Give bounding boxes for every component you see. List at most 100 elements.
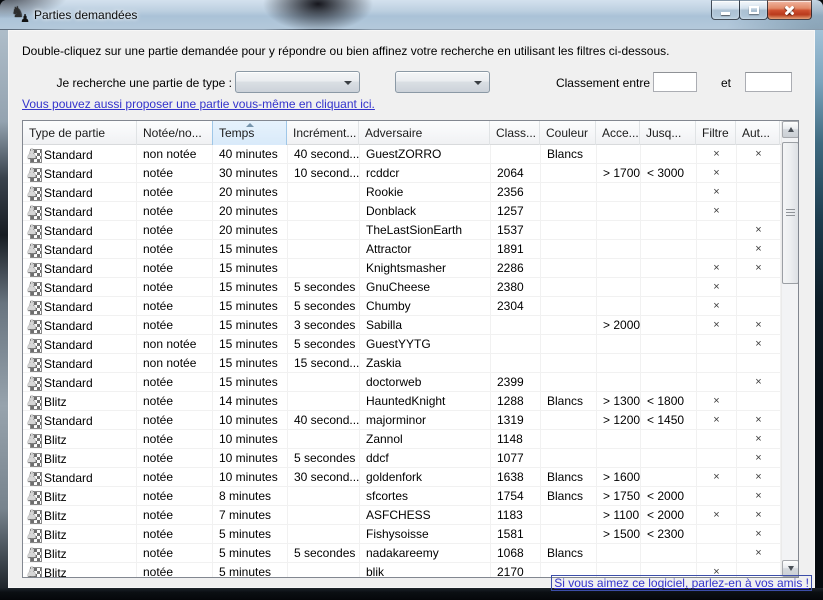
cell-filter [697,373,737,392]
cell-increment [288,259,360,278]
cell-above [597,221,641,240]
window-frame-left [0,30,8,600]
column-header-increment[interactable]: Incrément... [287,121,359,145]
game-type-value: Blitz [42,488,67,506]
cell-rated: notée [137,468,213,487]
game-type-value: Standard [42,241,93,259]
game-type-select[interactable] [235,71,360,93]
cell-color [541,278,597,297]
game-type-value: Blitz [42,450,67,468]
cell-rating: 1319 [491,411,541,430]
arrow-up-icon [788,127,794,132]
table-row[interactable]: Blitznotée5 minutesFishysoisse1581> 1500… [23,525,781,544]
column-header-type[interactable]: Type de partie [23,121,137,145]
close-button[interactable] [767,0,812,20]
cell-increment [288,373,360,392]
cell-color [541,525,597,544]
table-row[interactable]: Blitznotée10 minutesZannol1148× [23,430,781,449]
table-row[interactable]: Standardnotée15 minutesdoctorweb2399× [23,373,781,392]
cell-time: 30 minutes [213,164,288,183]
tell-your-friends-link[interactable]: Si vous aimez ce logiciel, parlez-en à v… [551,575,812,591]
game-type-value: Standard [42,279,93,297]
cell-rating [491,145,541,164]
cell-increment: 5 secondes [288,297,360,316]
table-row[interactable]: Blitznotée14 minutesHauntedKnight1288Bla… [23,392,781,411]
cell-color [541,506,597,525]
table-row[interactable]: Standardnotée15 minutes3 secondesSabilla… [23,316,781,335]
cell-auto [737,202,781,221]
column-header-auto[interactable]: Aut... [736,121,780,145]
arrow-down-icon [788,566,794,571]
cell-type: Standard [23,468,137,487]
cell-above: > 1100 [597,506,641,525]
cell-increment [288,183,360,202]
table-row[interactable]: Standardnotée15 minutes5 secondesGnuChee… [23,278,781,297]
table-row[interactable]: Standardnotée10 minutes40 second...major… [23,411,781,430]
column-header-rated[interactable]: Notée/no... [137,121,213,145]
table-row[interactable]: Blitznotée8 minutessfcortes1754Blancs> 1… [23,487,781,506]
cell-rating: 1077 [491,449,541,468]
table-row[interactable]: Standardnotée20 minutesDonblack1257× [23,202,781,221]
column-header-above[interactable]: Acce... [596,121,640,145]
cell-rating: 2356 [491,183,541,202]
cell-increment [288,430,360,449]
cell-below [641,240,697,259]
cell-opponent: Fishysoisse [360,525,491,544]
cell-auto: × [737,430,781,449]
table-row[interactable]: Standardnotée15 minutesAttractor1891× [23,240,781,259]
table-row[interactable]: Standardnotée15 minutesKnightsmasher2286… [23,259,781,278]
scrollbar-thumb[interactable] [782,142,799,284]
minimize-button[interactable] [711,0,740,20]
chess-piece-icon [26,527,42,543]
maximize-button[interactable] [739,0,768,20]
chess-piece-icon [26,280,42,296]
table-row[interactable]: Blitznotée7 minutesASFCHESS1183> 1100< 2… [23,506,781,525]
column-header-color[interactable]: Couleur [540,121,596,145]
column-header-below[interactable]: Jusq... [640,121,696,145]
cell-auto: × [737,544,781,563]
cell-rated: notée [137,202,213,221]
cell-filter: × [697,392,737,411]
cell-auto [737,392,781,411]
game-type-value: Blitz [42,545,67,563]
cell-color [541,240,597,259]
cell-below [641,278,697,297]
vertical-scrollbar[interactable] [781,121,798,577]
cell-filter [697,240,737,259]
cell-color [541,297,597,316]
cell-filter: × [697,468,737,487]
propose-game-link[interactable]: Vous pouvez aussi proposer une partie vo… [22,97,375,111]
cell-increment: 5 secondes [288,278,360,297]
cell-auto [737,164,781,183]
cell-type: Standard [23,202,137,221]
cell-increment [288,240,360,259]
column-header-opponent[interactable]: Adversaire [359,121,490,145]
cell-color: Blancs [541,487,597,506]
cell-above [597,202,641,221]
table-row[interactable]: Standardnon notée40 minutes40 second...G… [23,145,781,164]
scroll-up-button[interactable] [782,121,799,138]
rating-min-input[interactable] [653,72,697,92]
table-row[interactable]: Standardnotée10 minutes30 second...golde… [23,468,781,487]
game-variant-select[interactable] [395,71,490,93]
cell-rating: 2064 [491,164,541,183]
column-header-filter[interactable]: Filtre [696,121,736,145]
chess-piece-icon [26,242,42,258]
table-row[interactable]: Standardnotée15 minutes5 secondesChumby2… [23,297,781,316]
table-row[interactable]: Standardnotée20 minutesRookie2356× [23,183,781,202]
table-row[interactable]: Standardnotée30 minutes10 second...rcddc… [23,164,781,183]
cell-time: 5 minutes [213,544,288,563]
column-header-time[interactable]: Temps [212,121,287,145]
table-row[interactable]: Standardnotée20 minutesTheLastSionEarth1… [23,221,781,240]
table-row[interactable]: Blitznotée10 minutes5 secondesddcf1077× [23,449,781,468]
cell-below [641,468,697,487]
table-row[interactable]: Standardnon notée15 minutes15 second...Z… [23,354,781,373]
table-row[interactable]: Standardnon notée15 minutes5 secondesGue… [23,335,781,354]
cell-rated: notée [137,392,213,411]
game-type-value: Blitz [42,526,67,544]
column-header-rating[interactable]: Class... [490,121,540,145]
cell-time: 8 minutes [213,487,288,506]
cell-increment [288,506,360,525]
rating-max-input[interactable] [745,72,792,92]
table-row[interactable]: Blitznotée5 minutes5 secondesnadakareemy… [23,544,781,563]
